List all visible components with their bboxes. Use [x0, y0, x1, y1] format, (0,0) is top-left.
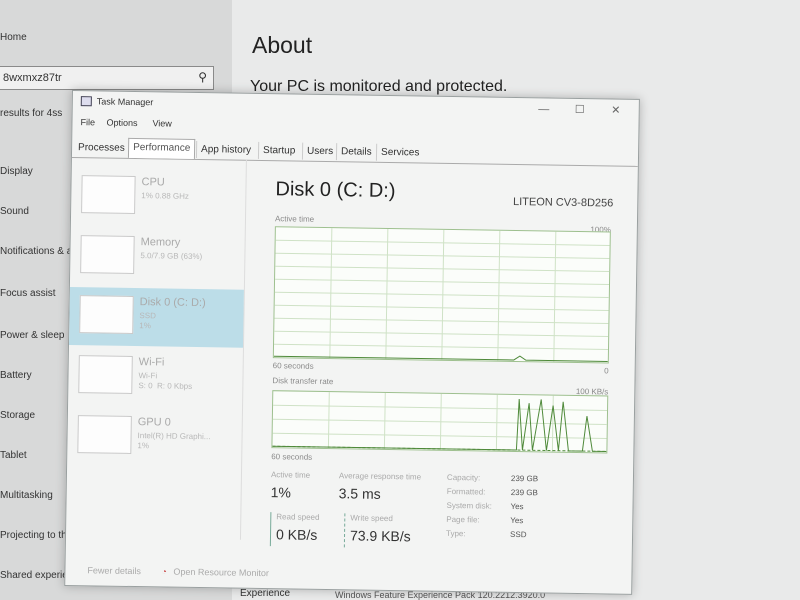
formatted-label: Formatted: — [446, 486, 486, 497]
resource-detail: Wi-Fi S: 0 R: 0 Kbps — [138, 371, 193, 391]
page-file-value: Yes — [510, 515, 524, 526]
search-input[interactable]: 8wxmxz87tr ⚲ — [0, 66, 214, 90]
read-speed-value: 0 KB/s — [275, 526, 318, 543]
resource-disk[interactable]: Disk 0 (C: D:) SSD 1% — [68, 286, 244, 348]
tab-performance[interactable]: Performance — [127, 137, 196, 159]
page-file-label: Page file: — [446, 514, 480, 525]
open-resource-monitor-link[interactable]: Open Resource Monitor — [173, 567, 269, 578]
sidebar-item-power[interactable]: Power & sleep — [0, 330, 64, 341]
tab-services[interactable]: Services — [375, 143, 424, 162]
seconds-label-1-end: 0 — [604, 366, 609, 376]
memory-mini-graph — [80, 235, 135, 274]
resource-wifi[interactable]: Wi-Fi Wi-Fi S: 0 R: 0 Kbps — [68, 347, 243, 408]
read-rate-line — [272, 445, 607, 452]
menu-view[interactable]: View — [152, 118, 172, 128]
resource-name: CPU — [141, 176, 165, 189]
resource-list: CPU 1% 0.88 GHz Memory 5.0/7.9 GB (63%) … — [65, 157, 247, 540]
tab-startup[interactable]: Startup — [257, 141, 300, 160]
disk-title: Disk 0 (C: D:) — [275, 178, 396, 203]
fewer-details-link[interactable]: Fewer details — [87, 565, 141, 576]
transfer-rate-label: Disk transfer rate — [272, 376, 334, 387]
tab-processes[interactable]: Processes — [74, 139, 129, 157]
capacity-label: Capacity: — [446, 472, 481, 483]
disk-detail-panel: Disk 0 (C: D:) LITEON CV3-8D256 Active t… — [261, 160, 638, 586]
resource-detail: SSD 1% — [139, 311, 156, 331]
search-icon[interactable]: ⚲ — [198, 70, 207, 84]
seconds-label-1: 60 seconds — [272, 361, 314, 371]
sidebar-item-sound[interactable]: Sound — [0, 206, 29, 217]
task-manager-window: Task Manager — ☐ ✕ File Options View Pro… — [64, 90, 640, 595]
page-title: About — [252, 32, 313, 58]
search-results-text: results for 4ss — [0, 108, 63, 119]
avg-response-value: 3.5 ms — [338, 485, 381, 502]
type-value: SSD — [510, 529, 527, 540]
graph-gridlines — [274, 228, 610, 362]
resource-detail: Intel(R) HD Graphi... 1% — [137, 431, 211, 451]
active-time-graph-plot — [273, 228, 610, 362]
close-button[interactable]: ✕ — [605, 101, 627, 119]
disk-mini-graph — [79, 295, 134, 334]
avg-response-label: Average response time — [338, 471, 422, 482]
capacity-value: 239 GB — [510, 473, 539, 484]
menu-options[interactable]: Options — [106, 118, 137, 128]
resource-detail: 5.0/7.9 GB (63%) — [140, 251, 203, 262]
resource-cpu[interactable]: CPU 1% 0.88 GHz — [71, 167, 246, 228]
window-title: Task Manager — [96, 96, 154, 108]
resource-name: GPU 0 — [137, 416, 171, 429]
active-time-graph-label: Active time — [274, 214, 315, 224]
active-time-line — [273, 355, 608, 362]
sidebar-item-home[interactable]: Home — [0, 32, 27, 43]
transfer-rate-graph — [271, 390, 609, 454]
sidebar-item-tablet[interactable]: Tablet — [0, 450, 27, 461]
menu-file[interactable]: File — [80, 117, 95, 127]
active-time-stat-value: 1% — [270, 484, 292, 501]
tab-app-history[interactable]: App history — [195, 140, 256, 159]
type-label: Type: — [446, 528, 466, 539]
resource-gpu[interactable]: GPU 0 Intel(R) HD Graphi... 1% — [67, 407, 242, 468]
disk-model: LITEON CV3-8D256 — [512, 195, 614, 210]
write-speed-value: 73.9 KB/s — [349, 527, 411, 545]
wifi-mini-graph — [78, 355, 133, 394]
read-speed-label: Read speed — [276, 512, 320, 522]
system-disk-value: Yes — [510, 501, 524, 512]
sidebar-item-display[interactable]: Display — [0, 166, 33, 177]
resource-name: Wi-Fi — [138, 356, 165, 369]
resource-monitor-icon: ◔ — [161, 566, 167, 577]
read-speed-indicator — [269, 512, 272, 547]
resource-memory[interactable]: Memory 5.0/7.9 GB (63%) — [70, 227, 245, 288]
tab-users[interactable]: Users — [301, 142, 338, 161]
write-speed-label: Write speed — [350, 513, 393, 524]
maximize-button[interactable]: ☐ — [569, 101, 591, 119]
sidebar-item-focus-assist[interactable]: Focus assist — [0, 288, 56, 299]
write-speed-indicator — [343, 513, 346, 548]
resource-name: Memory — [140, 236, 181, 249]
search-value: 8wxmxz87tr — [3, 72, 62, 84]
system-disk-label: System disk: — [446, 500, 492, 511]
tab-details[interactable]: Details — [335, 143, 376, 161]
resource-detail: 1% 0.88 GHz — [141, 191, 189, 201]
resource-name: Disk 0 (C: D:) — [139, 296, 206, 310]
active-time-stat-label: Active time — [270, 470, 311, 480]
cpu-mini-graph — [81, 175, 136, 215]
experience-label: Experience — [240, 588, 291, 599]
sidebar-item-battery[interactable]: Battery — [0, 370, 32, 381]
task-manager-icon — [80, 96, 92, 107]
seconds-label-2: 60 seconds — [271, 452, 313, 462]
minimize-button[interactable]: — — [533, 100, 555, 118]
transfer-rate-graph-plot — [272, 392, 608, 452]
active-time-graph — [272, 226, 611, 364]
gpu-mini-graph — [77, 415, 132, 454]
sidebar-item-storage[interactable]: Storage — [0, 410, 35, 421]
sidebar-item-multitasking[interactable]: Multitasking — [0, 490, 53, 501]
formatted-value: 239 GB — [510, 487, 538, 498]
